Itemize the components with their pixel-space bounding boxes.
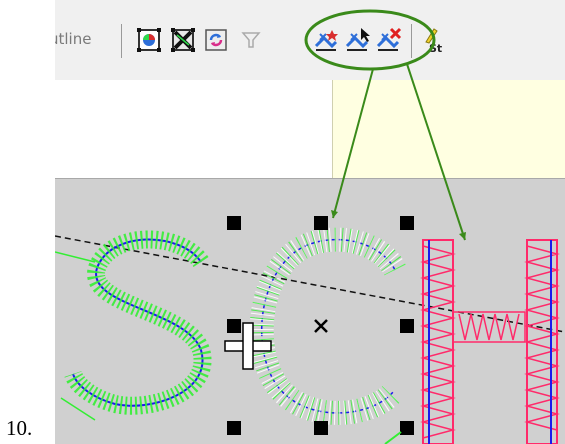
center-marker-icon xyxy=(314,319,328,333)
handle-bottom-right xyxy=(400,421,414,435)
artwork-overlay xyxy=(55,9,565,444)
handle-middle-left xyxy=(227,319,241,333)
letter-s-stitches[interactable] xyxy=(55,230,212,421)
screenshot: utline xyxy=(55,0,565,444)
letter-h-stitches[interactable] xyxy=(420,239,560,444)
page-number: 10. xyxy=(6,416,33,440)
letter-c-stitches[interactable] xyxy=(249,227,406,425)
handle-top-left xyxy=(227,216,241,230)
handle-top-right xyxy=(400,216,414,230)
handle-middle-right xyxy=(400,319,414,333)
handle-top-middle xyxy=(314,216,328,230)
stray-stitch xyxy=(384,431,402,444)
handle-bottom-middle xyxy=(314,421,328,435)
handle-bottom-left xyxy=(227,421,241,435)
annotation-callout xyxy=(304,9,466,241)
